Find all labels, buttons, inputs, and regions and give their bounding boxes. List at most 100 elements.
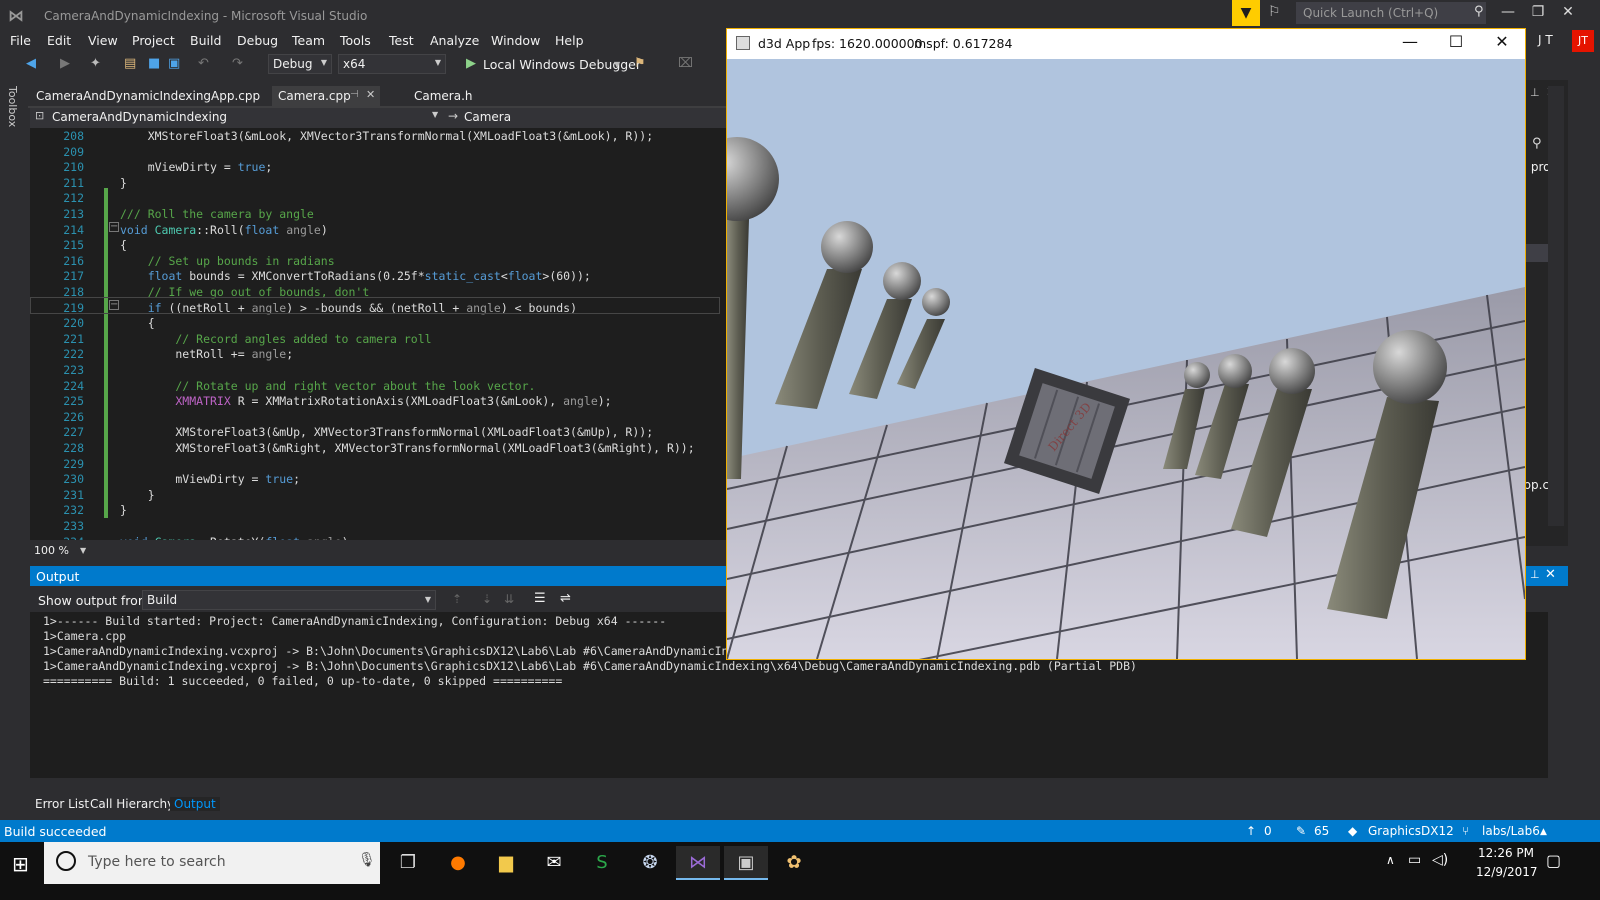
code-line[interactable]: 228 XMStoreFloat3(&mRight, XMVector3Tran… — [30, 440, 730, 456]
scrollbar[interactable] — [30, 778, 1548, 794]
word-wrap-icon[interactable]: ⇌ — [560, 591, 571, 606]
solution-platform-select[interactable]: x64 ▼ — [338, 54, 446, 74]
scrollbar[interactable] — [1548, 612, 1564, 778]
member-dropdown[interactable]: Camera — [464, 110, 511, 124]
action-center-icon[interactable]: ▢ — [1546, 851, 1561, 870]
code-line[interactable]: 232} — [30, 502, 730, 518]
code-line[interactable]: 226 — [30, 409, 730, 425]
code-line[interactable]: 230 mViewDirty = true; — [30, 471, 730, 487]
chevron-down-icon[interactable]: ▼ — [614, 60, 620, 69]
collapse-icon[interactable]: − — [109, 222, 119, 232]
clock-date[interactable]: 12/9/2017 — [1476, 865, 1538, 879]
chevron-down-icon[interactable]: ▼ — [432, 110, 438, 119]
tab-camera-h[interactable]: Camera.h — [408, 86, 479, 106]
code-line[interactable]: 233 — [30, 518, 730, 534]
toolbox-tab[interactable]: Toolbox — [6, 86, 19, 127]
menu-debug[interactable]: Debug — [237, 33, 278, 48]
search-icon[interactable]: ⚲ — [1474, 4, 1484, 19]
menu-help[interactable]: Help — [555, 33, 584, 48]
microphone-icon[interactable]: 🎙 — [358, 852, 376, 868]
code-line[interactable]: 223 — [30, 362, 730, 378]
code-line[interactable]: 225 XMMATRIX R = XMMatrixRotationAxis(XM… — [30, 393, 730, 409]
tab-call-hierarchy[interactable]: Call Hierarchy — [90, 797, 174, 811]
minimize-icon[interactable]: — — [1398, 32, 1422, 51]
solution-configuration-select[interactable]: Debug ▼ — [268, 54, 332, 74]
undo-icon[interactable]: ↶ — [198, 56, 209, 71]
minimize-icon[interactable]: — — [1496, 4, 1520, 20]
menu-view[interactable]: View — [88, 33, 118, 48]
render-viewport[interactable]: Direct 3D — [727, 59, 1525, 659]
menu-build[interactable]: Build — [190, 33, 221, 48]
restore-icon[interactable]: ❐ — [1526, 4, 1550, 20]
redo-icon[interactable]: ↷ — [232, 56, 243, 71]
maximize-icon[interactable]: ☐ — [1444, 32, 1468, 51]
menu-project[interactable]: Project — [132, 33, 175, 48]
code-line[interactable]: 213 /// Roll the camera by angle — [30, 206, 730, 222]
code-line[interactable]: 209 — [30, 144, 730, 160]
collapse-icon[interactable]: − — [109, 300, 119, 310]
file-explorer-icon[interactable]: ▆ — [484, 846, 528, 880]
network-icon[interactable]: ▭ — [1408, 852, 1421, 868]
code-line[interactable]: 216 // Set up bounds in radians — [30, 253, 730, 269]
repository-name[interactable]: GraphicsDX12 — [1368, 824, 1454, 838]
d3d-app-taskbar-icon[interactable]: ▣ — [724, 846, 768, 880]
open-file-icon[interactable]: ▤ — [124, 56, 136, 71]
firefox-icon[interactable]: ● — [436, 846, 480, 880]
menu-test[interactable]: Test — [389, 33, 414, 48]
tab-output[interactable]: Output — [170, 797, 220, 811]
code-line[interactable]: 211} — [30, 175, 730, 191]
menu-team[interactable]: Team — [292, 33, 325, 48]
menu-window[interactable]: Window — [491, 33, 540, 48]
back-icon[interactable]: ◀ — [26, 56, 36, 71]
code-line[interactable]: 221 // Record angles added to camera rol… — [30, 331, 730, 347]
branch-icon[interactable]: ⑂ — [1462, 824, 1469, 838]
code-line[interactable]: 222 netRoll += angle; — [30, 346, 730, 362]
forward-icon[interactable]: ▶ — [60, 56, 70, 71]
save-icon[interactable]: ■ — [148, 56, 160, 71]
search-icon[interactable]: ⚲ — [1532, 136, 1542, 151]
user-name[interactable]: J T — [1538, 33, 1553, 47]
code-line[interactable]: 212 — [30, 190, 730, 206]
code-editor[interactable]: 208 XMStoreFloat3(&mLook, XMVector3Trans… — [30, 128, 730, 540]
code-line[interactable]: 234 void Camera::RotateY(float angle) — [30, 534, 730, 540]
chevron-up-icon[interactable]: ▲ — [1540, 827, 1547, 837]
code-line[interactable]: 220 { — [30, 315, 730, 331]
new-project-icon[interactable]: ✦ — [90, 56, 101, 71]
pin-icon[interactable]: ⊣ — [350, 89, 359, 100]
chevron-up-icon[interactable]: ∧ — [1386, 853, 1395, 867]
code-line[interactable]: 210 mViewDirty = true; — [30, 159, 730, 175]
arrow-up-icon[interactable]: ↑ — [1246, 824, 1256, 838]
close-tab-icon[interactable]: ✕ — [366, 88, 375, 101]
mail-icon[interactable]: ✉ — [532, 846, 576, 880]
clock-time[interactable]: 12:26 PM — [1476, 846, 1536, 860]
code-line[interactable]: 217 float bounds = XMConvertToRadians(0.… — [30, 268, 730, 284]
menu-file[interactable]: File — [10, 33, 31, 48]
clear-all-icon[interactable]: ☰ — [534, 591, 546, 606]
pin-icon[interactable]: ⊥ — [1530, 86, 1540, 99]
sway-icon[interactable]: S — [580, 846, 624, 880]
unpublished-commits-count[interactable]: 0 — [1264, 824, 1272, 838]
comment-icon[interactable]: ⌧ — [678, 56, 693, 71]
scrollbar[interactable] — [1548, 86, 1564, 526]
repository-icon[interactable]: ◆ — [1348, 824, 1357, 838]
previous-message-icon[interactable]: ⇡ — [452, 592, 462, 606]
menu-tools[interactable]: Tools — [340, 33, 371, 48]
code-line[interactable]: 224 // Rotate up and right vector about … — [30, 378, 730, 394]
zoom-level[interactable]: 100 % — [34, 544, 69, 557]
code-line[interactable]: 214 void Camera::Roll(float angle) — [30, 222, 730, 238]
pencil-icon[interactable]: ✎ — [1296, 824, 1306, 838]
menu-analyze[interactable]: Analyze — [430, 33, 479, 48]
play-icon[interactable]: ▶ — [466, 56, 476, 71]
tab-camera-cpp[interactable]: Camera.cpp ⊣ ✕ — [272, 86, 380, 106]
code-line[interactable]: 227 XMStoreFloat3(&mUp, XMVector3Transfo… — [30, 424, 730, 440]
find-icon[interactable]: ⇊ — [504, 592, 514, 606]
tab-camera-and-dynamic-indexing-app-cpp[interactable]: CameraAndDynamicIndexingApp.cpp — [30, 86, 266, 106]
tab-error-list[interactable]: Error List — [35, 797, 89, 811]
quick-launch-input[interactable]: Quick Launch (Ctrl+Q) — [1296, 2, 1486, 24]
menu-edit[interactable]: Edit — [47, 33, 71, 48]
task-view-icon[interactable]: ❐ — [386, 846, 430, 880]
chevron-down-icon[interactable]: ▼ — [80, 546, 86, 555]
branch-name[interactable]: labs/Lab6 — [1482, 824, 1540, 838]
code-line[interactable]: 215 { — [30, 237, 730, 253]
user-avatar[interactable]: JT — [1572, 30, 1594, 52]
